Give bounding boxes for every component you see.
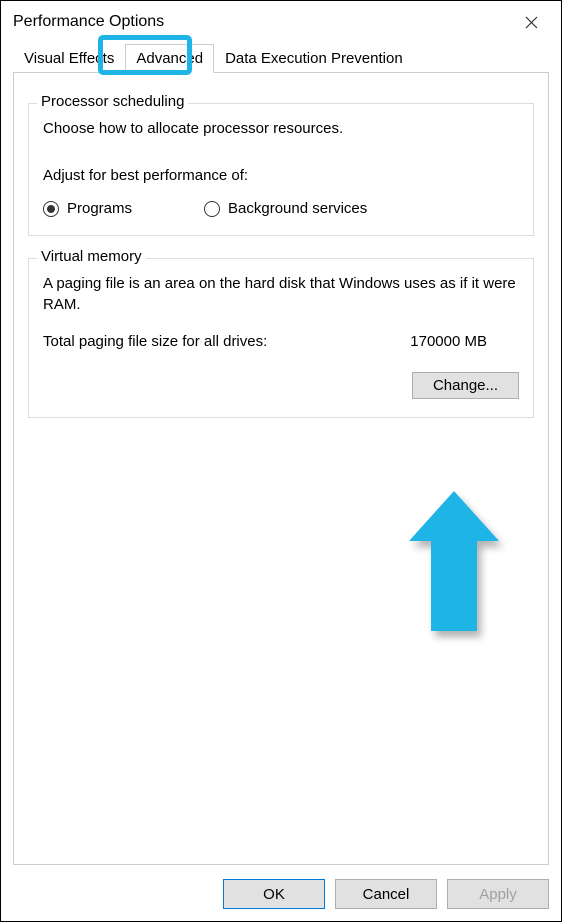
processor-scheduling-group: Processor scheduling Choose how to alloc… [28,103,534,236]
arrow-stem-icon [431,541,477,631]
tab-underline [13,72,549,73]
processor-radio-group: Programs Background services [43,200,519,217]
tab-visual-effects[interactable]: Visual Effects [13,44,125,73]
radio-programs[interactable]: Programs [43,200,132,217]
arrow-head-icon [409,491,499,541]
vm-group-title: Virtual memory [37,248,146,265]
processor-adjust-label: Adjust for best performance of: [43,167,519,184]
vm-total-row: Total paging file size for all drives: 1… [43,333,519,350]
window-title: Performance Options [13,13,164,31]
virtual-memory-group: Virtual memory A paging file is an area … [28,258,534,418]
titlebar: Performance Options [1,1,561,41]
radio-programs-label: Programs [67,200,132,217]
tab-bar: Visual Effects Advanced Data Execution P… [1,41,561,73]
ok-button[interactable]: OK [223,879,325,909]
tab-advanced[interactable]: Advanced [125,44,214,73]
radio-background[interactable]: Background services [204,200,367,217]
tab-dep[interactable]: Data Execution Prevention [214,44,414,73]
cancel-button[interactable]: Cancel [335,879,437,909]
dialog-footer: OK Cancel Apply [211,867,561,921]
annotation-arrow [409,491,499,631]
tab-content: Processor scheduling Choose how to alloc… [13,73,549,865]
change-button[interactable]: Change... [412,372,519,399]
close-icon [525,16,538,29]
radio-circle-icon [204,201,220,217]
vm-description: A paging file is an area on the hard dis… [43,273,519,315]
vm-total-label: Total paging file size for all drives: [43,333,267,350]
vm-total-value: 170000 MB [410,333,487,350]
apply-button: Apply [447,879,549,909]
close-button[interactable] [513,7,549,37]
radio-circle-icon [43,201,59,217]
radio-background-label: Background services [228,200,367,217]
processor-description: Choose how to allocate processor resourc… [43,118,519,139]
processor-group-title: Processor scheduling [37,93,188,110]
